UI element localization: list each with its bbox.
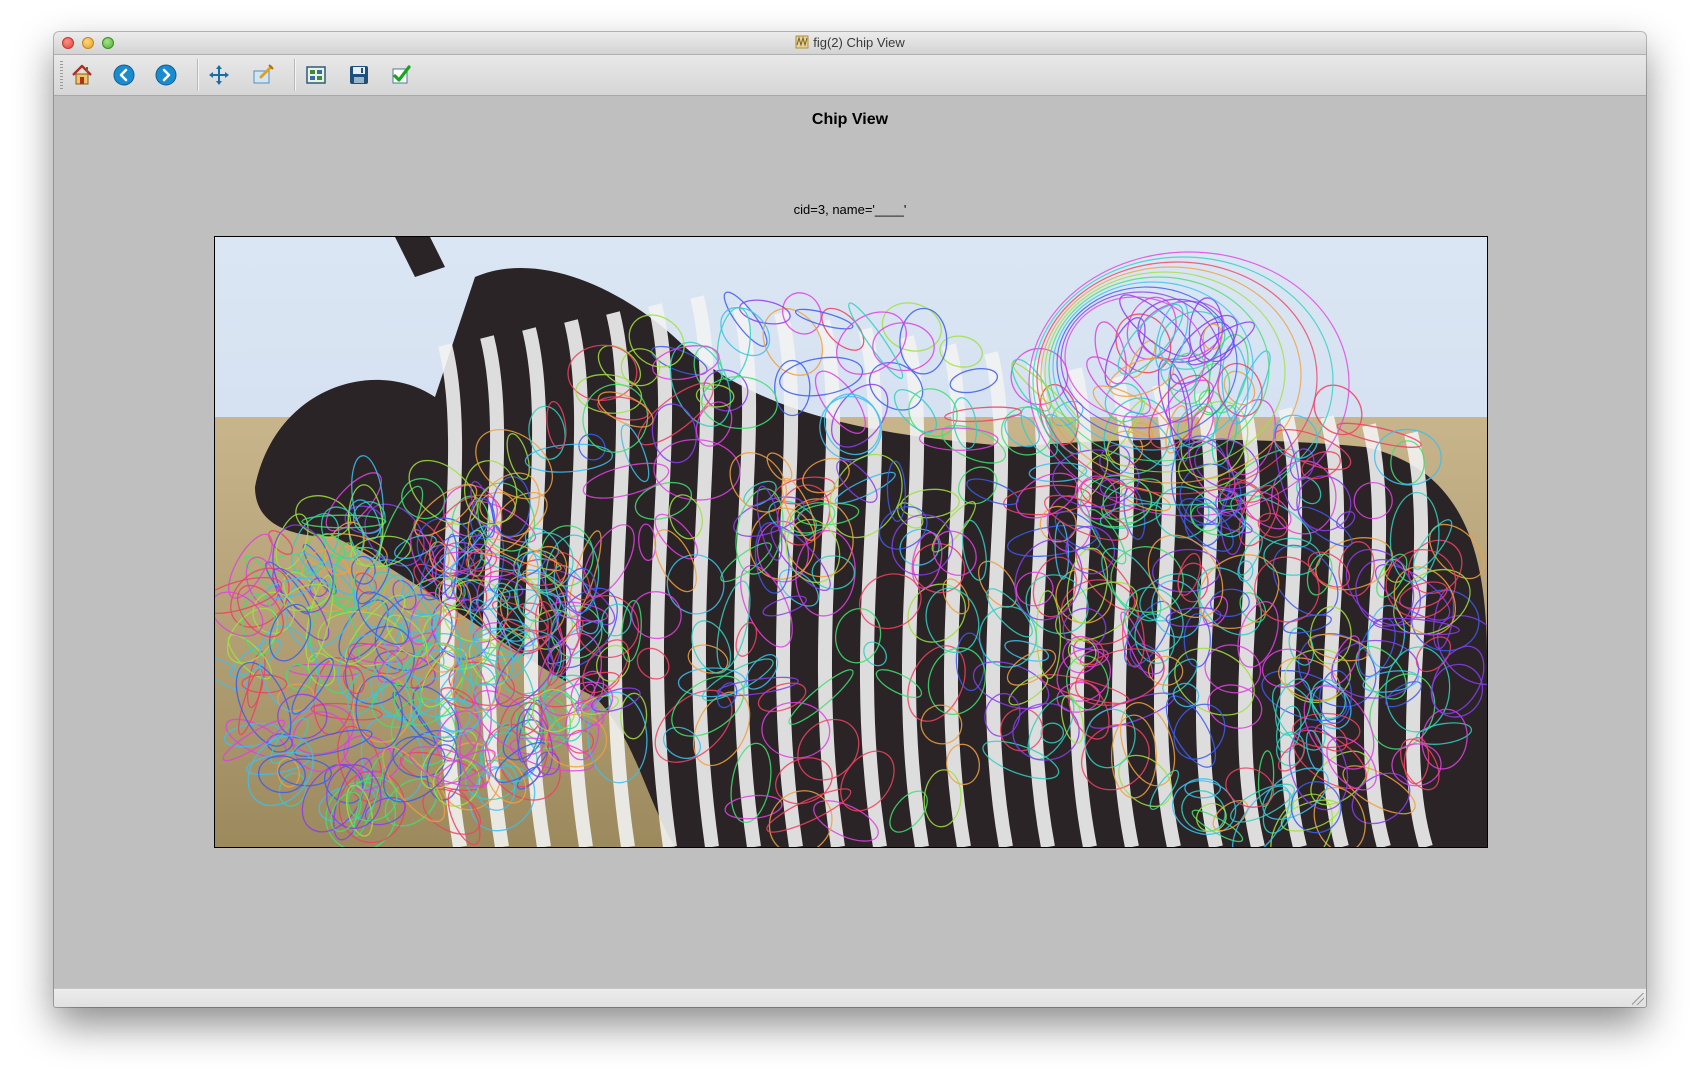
figure-title: Chip View [811,111,889,128]
chip-image [215,237,1487,847]
zoom-icon [253,64,274,84]
pan-button[interactable] [205,61,233,89]
toolbar-grip[interactable] [60,61,63,89]
forward-icon [155,64,177,86]
back-icon [113,64,135,86]
chip-image-axes[interactable] [214,236,1488,848]
save-icon [350,66,368,84]
status-bar [54,988,1646,1007]
toolbar-separator [197,59,198,91]
configure-subplots-icon [306,66,326,84]
pan-icon [209,65,229,85]
title-bar: fig(2) Chip View [54,32,1646,55]
back-button[interactable] [110,61,138,89]
save-button[interactable] [345,61,373,89]
toolbar-separator [294,59,295,91]
zoom-button[interactable] [249,61,277,89]
home-icon [72,64,92,85]
checkmark-icon [392,65,411,84]
window-title: fig(2) Chip View [813,35,905,50]
resize-grip[interactable] [1632,993,1644,1005]
configure-subplots-button[interactable] [302,61,330,89]
axes-title: cid=3, name='____' [793,202,907,217]
figure-window: fig(2) Chip View Chip View cid=3, name='… [54,32,1646,1007]
home-button[interactable] [68,61,96,89]
navigation-toolbar [54,55,1646,96]
app-icon [795,35,809,49]
check-button[interactable] [387,61,415,89]
forward-button[interactable] [152,61,180,89]
